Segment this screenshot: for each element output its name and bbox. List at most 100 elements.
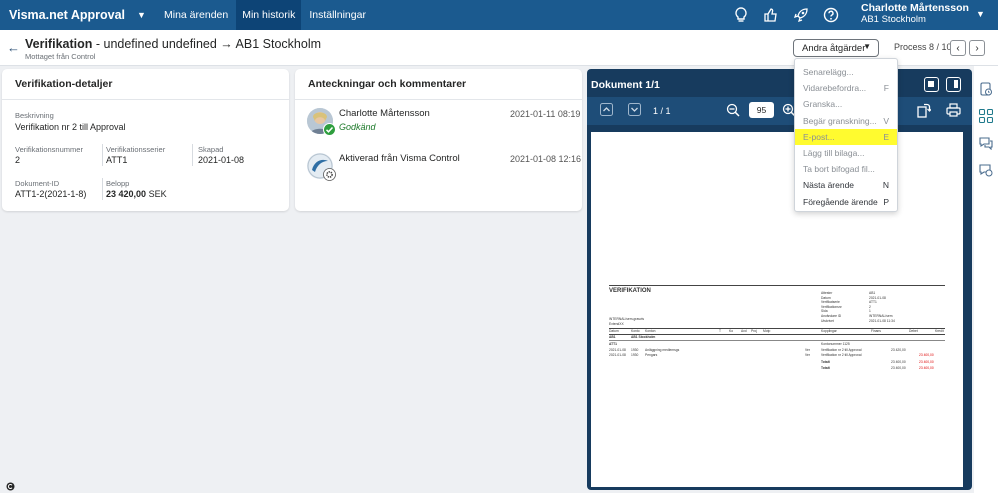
rocket-icon[interactable] <box>789 3 813 27</box>
row-date: 2021-01-08 <box>609 348 626 352</box>
nav-installningar[interactable]: Inställningar <box>303 0 372 30</box>
document-heading: VERIFIKATION <box>609 288 651 294</box>
divider <box>2 99 289 100</box>
column-header: Finans <box>871 329 881 333</box>
check-icon <box>323 123 336 136</box>
row-account: 1930 <box>631 353 639 357</box>
menu-item[interactable]: Föregående ärende P <box>795 194 897 210</box>
menu-item[interactable]: Vidarebefordra... F <box>795 80 897 96</box>
menu-item[interactable]: Nästa ärende N <box>795 177 897 193</box>
lightbulb-icon[interactable] <box>729 3 753 27</box>
divider <box>609 334 945 335</box>
split-view-icon[interactable] <box>946 77 961 92</box>
total-debit: 23 400,00 <box>891 360 906 364</box>
total-debit: 23 400,00 <box>891 366 906 370</box>
menu-item[interactable]: Lägg till bilaga... <box>795 145 897 161</box>
meta-value: AB1 <box>869 291 876 295</box>
document-page: VERIFIKATION Attestnr AB1 Datum 2021-01-08 V… <box>591 132 963 487</box>
column-header: Kopplingar <box>821 329 837 333</box>
series-value: ATT1 <box>106 155 128 165</box>
chevron-down-icon[interactable] <box>628 103 641 119</box>
left-meta-value: INTERNAL/sem-grasvis <box>609 317 644 321</box>
divider <box>609 285 945 286</box>
account-number: Kontonummer 1125 <box>821 342 850 346</box>
meta-value: 2 <box>869 304 871 309</box>
menu-item-label: Begär granskning... <box>803 115 877 126</box>
nav-mina-arenden[interactable]: Mina ärenden <box>158 0 234 30</box>
row-info: Verifikation nr 2 till Approval <box>821 353 862 357</box>
title-type: Verifikation <box>25 37 93 51</box>
comments-icon[interactable] <box>979 136 993 150</box>
menu-item-label: Vidarebefordra... <box>803 83 867 94</box>
menu-item-shortcut: E <box>883 131 889 142</box>
gear-icon <box>323 168 336 181</box>
menu-item[interactable]: Begär granskning... V <box>795 113 897 129</box>
chevron-down-icon[interactable]: ▼ <box>976 9 985 19</box>
number-value: 2 <box>15 155 21 165</box>
zoom-out-icon[interactable] <box>726 103 740 120</box>
next-button[interactable]: › <box>969 40 985 56</box>
workflow-icon[interactable] <box>979 109 993 123</box>
menu-item[interactable]: Granska... <box>795 96 897 112</box>
chat-history-icon[interactable] <box>979 163 993 177</box>
user-menu[interactable]: Charlotte Mårtensson AB1 Stockholm <box>861 2 969 26</box>
row-ref: Ver <box>805 348 810 352</box>
menu-item-shortcut: V <box>883 115 889 126</box>
row-ref: Ver <box>805 353 810 357</box>
meta-value: INTERNAL/sem <box>869 314 893 318</box>
menu-item[interactable]: Senarelägg... <box>795 64 897 80</box>
column-header: Avd <box>741 329 747 333</box>
comment-author: Charlotte Mårtensson <box>339 108 430 119</box>
process-counter: Process 8 / 10 <box>894 42 952 52</box>
description-label: Beskrivning <box>15 111 54 120</box>
row-text: Anläggning medlemsgs <box>645 348 680 352</box>
chevron-left-icon: ‹ <box>956 42 960 54</box>
copyright-icon <box>6 482 15 491</box>
chevron-up-icon[interactable] <box>600 103 613 119</box>
menu-item[interactable]: E-post... E <box>795 128 897 145</box>
menu-item-label: Nästa ärende <box>803 180 855 191</box>
thumbs-icon[interactable] <box>759 3 783 27</box>
column-header: Debet <box>909 329 918 333</box>
row-info: Verifikation nr 2 till Approval <box>821 348 862 352</box>
nav-min-historik[interactable]: Min historik <box>236 0 302 30</box>
divider <box>102 178 103 200</box>
number-label: Verifikationsnummer <box>15 145 83 154</box>
print-icon[interactable] <box>946 103 961 120</box>
amount-value: 23 420,00 SEK <box>106 189 167 199</box>
comment-author: Aktiverad från Visma Control <box>339 153 460 164</box>
docid-value: ATT1-2(2021-1-8) <box>15 189 87 199</box>
details-heading: Verifikation-detaljer <box>15 78 113 90</box>
chevron-down-icon: ▼ <box>863 42 871 51</box>
previous-button[interactable]: ‹ <box>950 40 966 56</box>
details-card: Verifikation-detaljer Beskrivning Verifi… <box>2 69 289 211</box>
divider <box>102 144 103 166</box>
menu-item-label: Lägg till bilaga... <box>803 148 865 158</box>
single-view-icon[interactable] <box>924 77 939 92</box>
meta-value: 2021-01-08 <box>869 295 886 300</box>
column-header: T <box>719 329 722 333</box>
menu-item[interactable]: Ta bort bifogad fil... <box>795 161 897 177</box>
series-code: ATT1 <box>609 342 617 346</box>
comment-status: Godkänd <box>339 122 376 132</box>
user-name: Charlotte Mårtensson <box>861 2 969 14</box>
menu-item-label: Föregående ärende <box>803 196 878 207</box>
other-actions-button[interactable]: Andra åtgärder ▼ <box>793 39 879 57</box>
help-icon[interactable] <box>819 3 843 27</box>
menu-item-shortcut: F <box>883 83 889 94</box>
total-credit: 23 400,00 <box>919 366 934 370</box>
meta-value: ATT1 <box>869 300 877 305</box>
user-org: AB1 Stockholm <box>861 14 926 25</box>
meta-label: Datum <box>821 295 831 300</box>
zoom-input[interactable]: 95 <box>749 102 774 118</box>
meta-label: Användare ID <box>821 314 842 318</box>
comments-heading: Anteckningar och kommentarer <box>308 78 467 90</box>
attachment-history-icon[interactable] <box>979 82 993 96</box>
comment-time: 2021-01-08 12:16 <box>510 154 582 164</box>
app-switcher[interactable]: Visma.net Approval ▼ <box>0 0 152 30</box>
other-actions-menu: Senarelägg... Vidarebefordra... F Granska..… <box>794 58 898 212</box>
rotate-icon[interactable] <box>917 103 932 121</box>
back-arrow-icon[interactable]: ← <box>7 40 20 55</box>
viewer-title: Dokument 1/1 <box>591 79 660 91</box>
column-header: Ko <box>729 329 734 333</box>
